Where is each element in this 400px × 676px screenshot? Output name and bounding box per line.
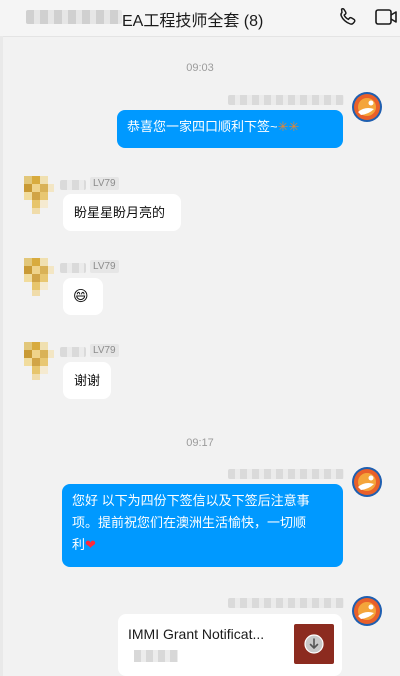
grin-emoji: 😄 bbox=[73, 288, 89, 305]
member-level-badge: LV79 bbox=[90, 260, 119, 273]
avatar[interactable] bbox=[352, 596, 382, 626]
sender-name-blurred bbox=[60, 180, 86, 190]
message-bubble-incoming[interactable]: 谢谢 bbox=[63, 362, 111, 399]
avatar[interactable] bbox=[24, 258, 54, 296]
avatar-image-blurred bbox=[24, 342, 54, 380]
sender-name-blurred bbox=[60, 347, 86, 357]
sender-name-blurred bbox=[60, 263, 86, 273]
message-bubble-incoming[interactable]: 盼星星盼月亮的 bbox=[63, 194, 181, 231]
message-bubble-incoming[interactable]: 😄 bbox=[63, 278, 103, 315]
message-text: 恭喜您一家四口顺利下签~ bbox=[127, 119, 278, 134]
file-message-card[interactable]: IMMI Grant Notificat... bbox=[118, 614, 342, 676]
avatar[interactable] bbox=[24, 342, 54, 380]
message-text-line: 您好 以下为四份下签信以及下签后注意事 bbox=[72, 493, 310, 508]
sender-name-blurred bbox=[228, 598, 344, 608]
file-size-blurred bbox=[134, 650, 178, 662]
window-edge bbox=[0, 36, 3, 676]
heart-emoji: ❤ bbox=[85, 537, 96, 552]
message-text: 盼星星盼月亮的 bbox=[74, 205, 166, 220]
avatar[interactable] bbox=[352, 467, 382, 497]
avatar[interactable] bbox=[24, 176, 54, 214]
sparkle-emoji: ✳✳ bbox=[277, 119, 300, 134]
avatar[interactable] bbox=[352, 92, 382, 122]
member-level-badge: LV79 bbox=[90, 177, 119, 190]
message-text: 谢谢 bbox=[74, 373, 101, 388]
avatar-image bbox=[352, 92, 382, 122]
avatar-image-blurred bbox=[24, 176, 54, 214]
avatar-image bbox=[352, 596, 382, 626]
phone-icon[interactable] bbox=[337, 6, 359, 28]
chat-title[interactable]: EA工程技师全套 (8) bbox=[122, 7, 263, 31]
video-call-icon[interactable] bbox=[374, 6, 398, 28]
avatar-image-blurred bbox=[24, 258, 54, 296]
download-icon[interactable] bbox=[294, 624, 334, 664]
message-bubble-outgoing[interactable]: 您好 以下为四份下签信以及下签后注意事 项。提前祝您们在澳洲生活愉快，一切顺 利… bbox=[62, 484, 343, 567]
file-thumbnail[interactable] bbox=[294, 624, 334, 664]
message-text-line: 利 bbox=[72, 537, 86, 552]
chat-header: EA工程技师全套 (8) bbox=[0, 0, 400, 37]
timestamp: 09:03 bbox=[186, 62, 214, 74]
sender-name-blurred bbox=[228, 95, 344, 105]
sender-name-blurred bbox=[228, 469, 344, 479]
message-bubble-outgoing[interactable]: 恭喜您一家四口顺利下签~✳✳ bbox=[117, 110, 343, 148]
file-name: IMMI Grant Notificat... bbox=[128, 626, 265, 642]
blurred-title-prefix bbox=[26, 10, 122, 24]
message-text-line: 项。提前祝您们在澳洲生活愉快，一切顺 bbox=[72, 515, 307, 530]
member-level-badge: LV79 bbox=[90, 344, 119, 357]
timestamp: 09:17 bbox=[186, 437, 214, 449]
avatar-image bbox=[352, 467, 382, 497]
